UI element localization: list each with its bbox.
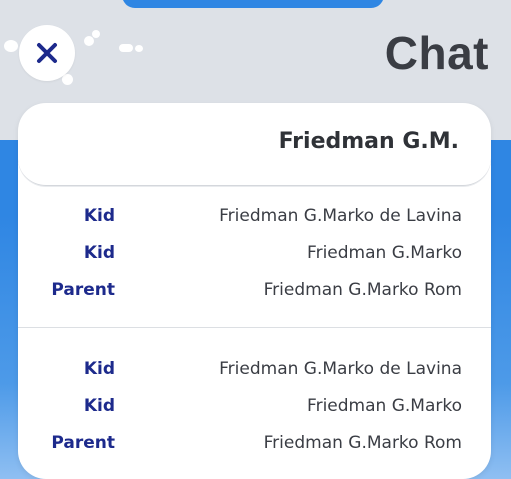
top-pill-decoration [122, 0, 384, 8]
member-name: Friedman G.Marko de Lavina [219, 359, 462, 379]
role-label: Kid [83, 206, 115, 226]
member-row[interactable]: Kid Friedman G.Marko de Lavina [18, 351, 491, 388]
decor-dot [4, 40, 18, 52]
member-group: Kid Friedman G.Marko de Lavina Kid Fried… [18, 198, 491, 309]
member-row[interactable]: Kid Friedman G.Marko de Lavina [18, 198, 491, 235]
decor-dot [62, 74, 73, 85]
role-label: Parent [51, 433, 115, 453]
member-group: Kid Friedman G.Marko de Lavina Kid Fried… [18, 351, 491, 462]
decor-dot [119, 44, 133, 52]
member-row[interactable]: Parent Friedman G.Marko Rom [18, 425, 491, 462]
member-name: Friedman G.Marko Rom [263, 280, 462, 300]
card-header[interactable]: Friedman G.M. [18, 103, 491, 186]
close-icon [37, 43, 57, 63]
group-divider [18, 327, 491, 328]
role-label: Kid [83, 243, 115, 263]
decor-dot [92, 30, 100, 38]
member-name: Friedman G.Marko de Lavina [219, 206, 462, 226]
decor-dot [84, 36, 94, 46]
member-name: Friedman G.Marko [307, 396, 462, 416]
close-button[interactable] [19, 25, 75, 81]
member-name: Friedman G.Marko Rom [263, 433, 462, 453]
role-label: Kid [83, 359, 115, 379]
decor-dot [135, 45, 143, 52]
member-name: Friedman G.Marko [307, 243, 462, 263]
chat-card: Friedman G.M. Kid Friedman G.Marko de La… [18, 103, 491, 479]
card-title: Friedman G.M. [278, 129, 459, 154]
page-title: Chat [384, 27, 489, 79]
member-row[interactable]: Parent Friedman G.Marko Rom [18, 272, 491, 309]
member-row[interactable]: Kid Friedman G.Marko [18, 388, 491, 425]
role-label: Kid [83, 396, 115, 416]
role-label: Parent [51, 280, 115, 300]
member-row[interactable]: Kid Friedman G.Marko [18, 235, 491, 272]
